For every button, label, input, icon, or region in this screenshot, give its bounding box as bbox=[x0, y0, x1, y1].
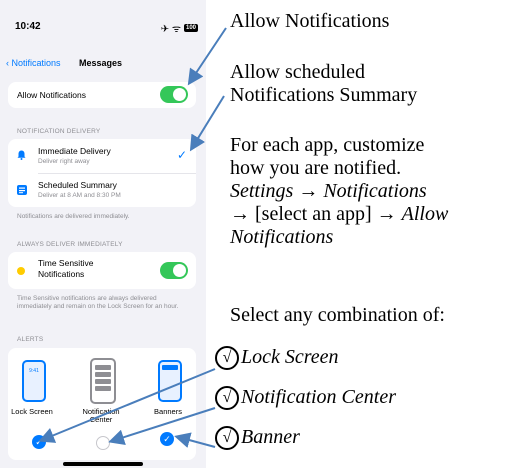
alerts-header: ALERTS bbox=[17, 336, 44, 343]
banners-checkbox[interactable]: ✓ bbox=[160, 432, 174, 446]
annotation-customize: For each app, customize how you are noti… bbox=[230, 134, 448, 249]
immediate-delivery-option[interactable]: Immediate Delivery Deliver right away ✓ bbox=[8, 139, 196, 173]
time-sensitive-toggle[interactable] bbox=[160, 262, 188, 279]
bell-icon bbox=[17, 150, 26, 160]
time-sensitive-icon bbox=[17, 267, 25, 275]
lock-screen-preview-icon: 9:41 bbox=[22, 360, 46, 402]
scheduled-summary-sub: Deliver at 8 AM and 8:30 PM bbox=[38, 192, 121, 199]
delivery-card: Immediate Delivery Deliver right away ✓ … bbox=[8, 139, 196, 207]
time-sensitive-label: Time Sensitive Notifications bbox=[38, 258, 94, 279]
notification-center-checkbox[interactable] bbox=[96, 436, 110, 450]
page-title: Messages bbox=[79, 58, 123, 68]
annotation-lock-screen-text: Lock Screen bbox=[241, 346, 339, 368]
nav-bar: ‹ Notifications Messages bbox=[6, 58, 202, 74]
annotation-select-combination: Select any combination of: bbox=[230, 304, 445, 326]
annotation-customize-line2: how you are notified. bbox=[230, 157, 402, 179]
summary-icon bbox=[17, 185, 27, 195]
lock-screen-checkbox[interactable]: ✓ bbox=[32, 435, 46, 449]
lock-screen-label: Lock Screen bbox=[11, 407, 53, 416]
always-header: ALWAYS DELIVER IMMEDIATELY bbox=[17, 241, 123, 248]
checkmark-icon: ✓ bbox=[176, 148, 187, 162]
back-button[interactable]: ‹ Notifications bbox=[6, 58, 61, 68]
annotation-scheduled-line1: Allow scheduled bbox=[230, 61, 365, 83]
scheduled-summary-label: Scheduled Summary bbox=[38, 180, 117, 190]
back-label: Notifications bbox=[11, 58, 61, 68]
annotation-customize-line1: For each app, customize bbox=[230, 134, 425, 156]
status-bar: 10:42 ✈ ᯤ 100 bbox=[12, 21, 198, 35]
check-circle-icon: √ bbox=[215, 386, 239, 411]
notification-center-preview-icon bbox=[90, 358, 116, 404]
immediate-delivery-label: Immediate Delivery bbox=[38, 146, 111, 156]
banners-preview-icon bbox=[158, 360, 182, 402]
time-sensitive-card: Time Sensitive Notifications bbox=[8, 252, 196, 289]
annotation-option-banner: √ Banner bbox=[215, 426, 300, 451]
delivery-footer: Notifications are delivered immediately. bbox=[17, 213, 130, 220]
annotation-arrow-prefix: → bbox=[230, 203, 255, 225]
notification-center-label: Notification Center bbox=[82, 407, 120, 424]
delivery-header: NOTIFICATION DELIVERY bbox=[17, 128, 101, 135]
banners-label: Banners bbox=[154, 407, 182, 416]
annotation-allow-notifications: Allow Notifications bbox=[230, 10, 390, 32]
status-icons: ✈ ᯤ 100 bbox=[161, 21, 198, 35]
annotation-select-app: [select an app] → bbox=[255, 203, 402, 225]
annotation-option-notification-center: √ Notification Center bbox=[215, 386, 396, 411]
annotation-notifications-word: Notifications bbox=[230, 226, 334, 248]
annotation-banner-text: Banner bbox=[241, 426, 300, 448]
check-circle-icon: √ bbox=[215, 346, 239, 371]
check-circle-icon: √ bbox=[215, 426, 239, 451]
lock-screen-time: 9:41 bbox=[29, 368, 39, 374]
annotation-allow-word: Allow bbox=[401, 203, 449, 225]
annotation-settings-path: Settings → Notifications bbox=[230, 180, 427, 202]
annotation-scheduled-summary: Allow scheduled Notifications Summary bbox=[230, 61, 417, 107]
allow-notifications-toggle[interactable] bbox=[160, 86, 188, 103]
annotation-option-lock-screen: √ Lock Screen bbox=[215, 346, 339, 371]
always-footer: Time Sensitive notifications are always … bbox=[17, 295, 179, 310]
status-time: 10:42 bbox=[15, 21, 41, 32]
annotation-notification-center-text: Notification Center bbox=[241, 386, 396, 408]
airplane-wifi-icon: ✈ ᯤ bbox=[160, 24, 181, 35]
phone-screen: 10:42 ✈ ᯤ 100 ‹ Notifications Messages A… bbox=[0, 0, 206, 468]
allow-notifications-card: Allow Notifications bbox=[8, 82, 196, 108]
home-indicator bbox=[63, 462, 143, 466]
immediate-delivery-sub: Deliver right away bbox=[38, 158, 90, 165]
alerts-card: 9:41 Lock Screen Notification Center Ban… bbox=[8, 348, 196, 460]
scheduled-summary-option[interactable]: Scheduled Summary Deliver at 8 AM and 8:… bbox=[8, 174, 196, 207]
allow-notifications-label: Allow Notifications bbox=[17, 90, 86, 100]
battery-icon: 100 bbox=[183, 24, 198, 32]
annotation-scheduled-line2: Notifications Summary bbox=[230, 84, 418, 106]
